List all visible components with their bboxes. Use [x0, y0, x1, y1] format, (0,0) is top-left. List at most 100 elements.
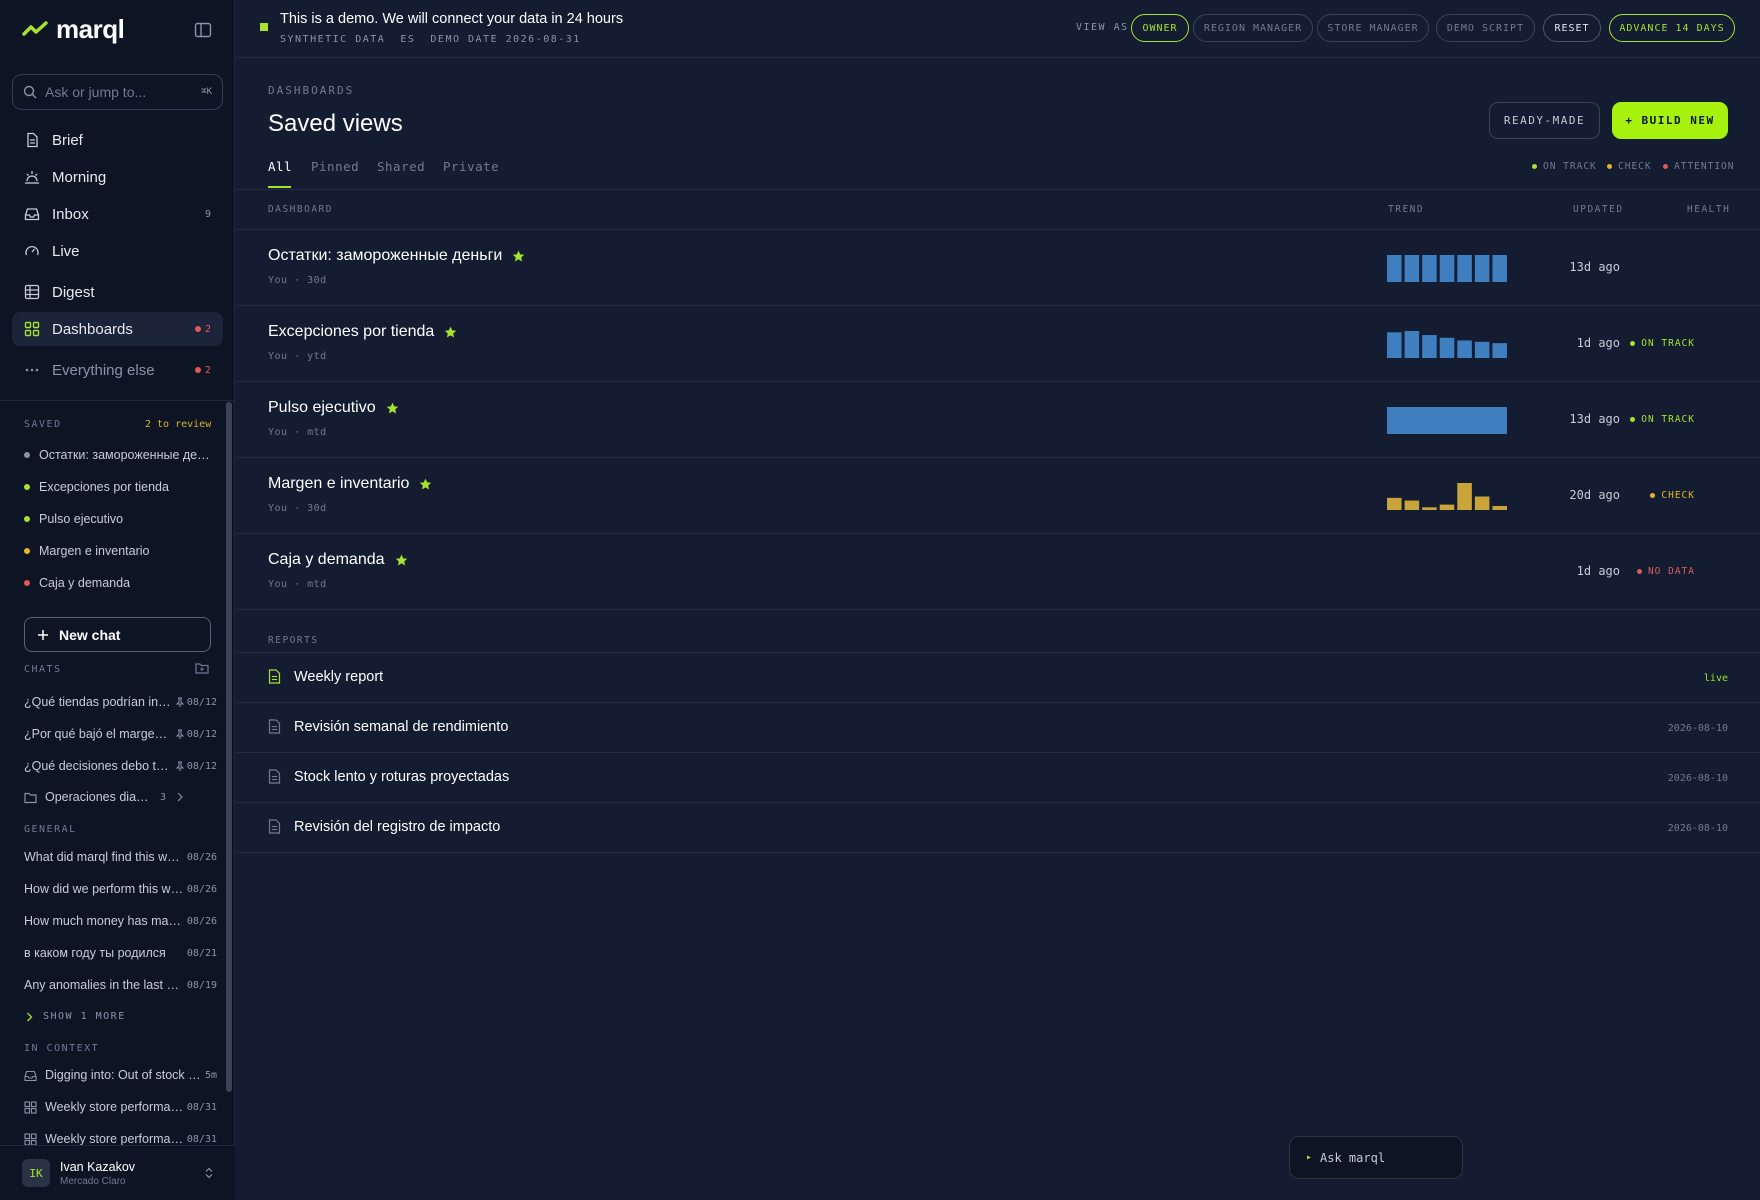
star-icon[interactable]	[512, 250, 525, 263]
health-badge: ON TRACK	[1630, 414, 1695, 425]
role-region-manager-button[interactable]: REGION MANAGER	[1193, 14, 1313, 42]
role-store-manager-button[interactable]: STORE MANAGER	[1317, 14, 1429, 42]
nav-label: Inbox	[52, 205, 89, 223]
chat-item[interactable]: What did marql find this week? 08/26	[24, 850, 217, 864]
context-item[interactable]: Digging into: Out of stock alerts 5m	[24, 1068, 217, 1082]
user-name: Ivan Kazakov	[60, 1159, 136, 1174]
inbox-count: 9	[204, 208, 211, 220]
context-item[interactable]: Weekly store performance 08/31	[24, 1132, 217, 1146]
dashboard-title-wrap[interactable]: Margen e inventario	[268, 475, 432, 493]
chat-item[interactable]: в каком году ты родился 08/21	[24, 946, 217, 960]
tab-shared[interactable]: Shared	[377, 159, 425, 174]
report-title: Stock lento y roturas proyectadas	[294, 769, 510, 785]
dashboard-meta: You · mtd	[268, 579, 327, 590]
nav-inbox[interactable]: Inbox 9	[12, 197, 223, 231]
star-icon[interactable]	[419, 478, 432, 491]
report-date: live	[1703, 673, 1728, 684]
ask-marql-button[interactable]: ▸ Ask marql	[1289, 1136, 1463, 1179]
chat-item[interactable]: ¿Por qué bajó el margen bruto? 08/12	[24, 727, 217, 741]
context-title: Digging into: Out of stock alerts	[45, 1068, 203, 1082]
trend-bar	[1422, 507, 1437, 510]
logo-chart-icon	[22, 21, 48, 36]
role-owner-button[interactable]: OWNER	[1131, 14, 1189, 42]
dashboard-title-wrap[interactable]: Остатки: замороженные деньги	[268, 247, 525, 265]
chat-item[interactable]: How much money has marql saved?08/26	[24, 914, 217, 928]
build-new-button[interactable]: + BUILD NEW	[1612, 102, 1728, 139]
dashboard-title: Pulso ejecutivo	[268, 399, 376, 416]
dashboard-meta: You · 30d	[268, 275, 327, 286]
dashboard-title-wrap[interactable]: Excepciones por tienda	[268, 323, 457, 341]
trend-sparkline	[1387, 331, 1507, 358]
dashboard-title: Остатки: замороженные деньги	[268, 247, 503, 264]
trend-bar	[1439, 504, 1455, 510]
status-dot	[24, 452, 30, 458]
divider	[236, 229, 1760, 230]
page-title: Saved views	[268, 110, 403, 137]
chat-folder[interactable]: Operaciones diarias 3	[24, 790, 184, 804]
tab-pinned[interactable]: Pinned	[311, 159, 359, 174]
advance-days-button[interactable]: ADVANCE 14 DAYS	[1609, 14, 1735, 42]
saved-item[interactable]: Excepciones por tienda	[24, 480, 212, 494]
tab-all[interactable]: All	[268, 159, 292, 174]
column-header-updated: UPDATED	[1573, 204, 1624, 215]
nav-brief[interactable]: Brief	[12, 123, 223, 157]
ready-made-button[interactable]: READY-MADE	[1489, 102, 1600, 139]
sidebar-toggle-icon[interactable]	[193, 20, 213, 40]
gauge-icon	[25, 245, 39, 256]
legend-attention: ATTENTION	[1663, 161, 1734, 172]
star-icon[interactable]	[386, 402, 399, 415]
view-as-label: VIEW AS	[1076, 22, 1129, 33]
divider	[236, 652, 1760, 653]
dashboard-grid-icon	[24, 1100, 37, 1114]
health-label: NO DATA	[1647, 566, 1695, 577]
nav-live[interactable]: Live	[12, 234, 223, 268]
chat-item[interactable]: ¿Qué decisiones debo tomar hoy? 08/12	[24, 759, 217, 773]
nav-morning[interactable]: Morning	[12, 160, 223, 194]
tab-underline	[268, 186, 291, 188]
nav-everything-else[interactable]: Everything else 2	[12, 353, 223, 387]
logo[interactable]: marql	[22, 14, 125, 44]
sunrise-icon	[25, 171, 39, 184]
status-dot	[24, 548, 30, 554]
dashboard-title-wrap[interactable]: Pulso ejecutivo	[268, 399, 399, 417]
sidebar-scrollbar[interactable]	[226, 402, 232, 1092]
search-shortcut: ⌘K	[201, 87, 212, 97]
saved-item[interactable]: Caja y demanda	[24, 576, 212, 590]
star-icon[interactable]	[395, 554, 408, 567]
legend-dot	[1532, 164, 1537, 169]
chat-item[interactable]: How did we perform this week? 08/26	[24, 882, 217, 896]
saved-review-count[interactable]: 2 to review	[145, 419, 211, 430]
legend-label: ATTENTION	[1674, 161, 1735, 172]
chat-item[interactable]: Any anomalies in the last 7 days?08/19	[24, 978, 217, 992]
dashboard-title: Margen e inventario	[268, 475, 410, 492]
chat-title: ¿Qué decisiones debo tomar hoy?	[24, 759, 171, 773]
dashboard-title-wrap[interactable]: Caja y demanda	[268, 551, 408, 569]
divider	[236, 609, 1760, 610]
search-input[interactable]: Ask or jump to... ⌘K	[12, 74, 223, 110]
demo-script-button[interactable]: DEMO SCRIPT	[1436, 14, 1535, 42]
trend-bar	[1457, 483, 1472, 510]
nav-digest[interactable]: Digest	[12, 275, 223, 309]
trend-bar	[1387, 255, 1402, 282]
new-folder-icon[interactable]	[195, 662, 209, 674]
chevron-right-icon	[177, 792, 183, 802]
chat-item[interactable]: ¿Qué tiendas podrían incrementar ventas?…	[24, 695, 217, 709]
saved-item[interactable]: Остатки: замороженные деньги	[24, 448, 212, 462]
banner-subtitle: SYNTHETIC DATA ES DEMO DATE 2026-08-31	[280, 34, 581, 45]
user-menu[interactable]: IK Ivan Kazakov Mercado Claro	[0, 1145, 235, 1200]
trend-bar	[1387, 497, 1402, 510]
saved-item[interactable]: Margen e inventario	[24, 544, 212, 558]
reset-button[interactable]: RESET	[1543, 14, 1601, 42]
nav-dashboards[interactable]: Dashboards 2	[12, 312, 223, 346]
divider	[236, 802, 1760, 803]
new-chat-button[interactable]: New chat	[24, 617, 211, 652]
saved-item[interactable]: Pulso ejecutivo	[24, 512, 212, 526]
show-more-button[interactable]: SHOW 1 MORE	[26, 1011, 126, 1022]
trend-bar	[1404, 255, 1420, 282]
context-item[interactable]: Weekly store performance 08/31	[24, 1100, 217, 1114]
star-icon[interactable]	[444, 326, 457, 339]
in-context-section-label: IN CONTEXT	[24, 1043, 100, 1054]
chat-date: 08/26	[186, 851, 217, 863]
tab-private[interactable]: Private	[443, 159, 499, 174]
trend-bar	[1387, 332, 1402, 358]
